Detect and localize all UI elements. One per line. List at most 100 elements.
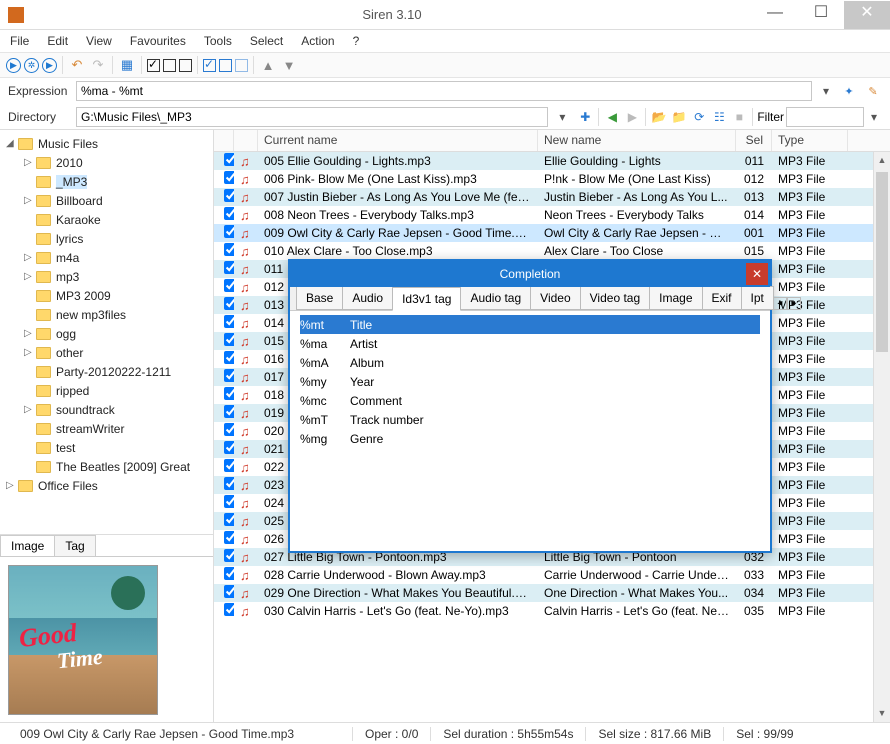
- row-checkbox[interactable]: [224, 441, 234, 454]
- wizard-icon[interactable]: ✦: [840, 82, 858, 100]
- refresh-icon[interactable]: ⟳: [690, 108, 708, 126]
- table-row[interactable]: ♫010 Alex Clare - Too Close.mp3Alex Clar…: [214, 242, 890, 260]
- undo-icon[interactable]: ↶: [68, 56, 86, 74]
- window-icon[interactable]: ▦: [118, 56, 136, 74]
- tree-item[interactable]: MP3 2009: [0, 286, 213, 305]
- tree-item[interactable]: Karaoke: [0, 210, 213, 229]
- row-checkbox[interactable]: [224, 261, 234, 274]
- tree-item[interactable]: streamWriter: [0, 419, 213, 438]
- row-checkbox[interactable]: [224, 603, 234, 616]
- row-checkbox[interactable]: [224, 225, 234, 238]
- row-checkbox[interactable]: [224, 189, 234, 202]
- menu-select[interactable]: Select: [250, 34, 283, 48]
- tree-item[interactable]: ▷soundtrack: [0, 400, 213, 419]
- row-checkbox[interactable]: [224, 477, 234, 490]
- tree-item[interactable]: ▷m4a: [0, 248, 213, 267]
- menu-edit[interactable]: Edit: [47, 34, 68, 48]
- expression-dropdown[interactable]: ▾: [818, 84, 834, 98]
- checkbox-6[interactable]: [235, 59, 248, 72]
- popup-tab[interactable]: Ipt: [741, 286, 774, 310]
- tab-tag[interactable]: Tag: [54, 535, 95, 556]
- row-checkbox[interactable]: [224, 369, 234, 382]
- popup-tab[interactable]: Id3v1 tag: [392, 287, 461, 311]
- row-checkbox[interactable]: [224, 549, 234, 562]
- tree-item[interactable]: ripped: [0, 381, 213, 400]
- row-checkbox[interactable]: [224, 531, 234, 544]
- tree-item[interactable]: ▷2010: [0, 153, 213, 172]
- row-checkbox[interactable]: [224, 585, 234, 598]
- completion-item[interactable]: %myYear: [300, 372, 760, 391]
- fwd-icon[interactable]: ▶: [623, 108, 641, 126]
- menu-?[interactable]: ?: [353, 34, 360, 48]
- row-checkbox[interactable]: [224, 405, 234, 418]
- checkbox-2[interactable]: [163, 59, 176, 72]
- expression-input[interactable]: [76, 81, 812, 101]
- checkbox-5[interactable]: [219, 59, 232, 72]
- col-new[interactable]: New name: [538, 130, 736, 151]
- popup-tab[interactable]: Video tag: [580, 286, 651, 310]
- completion-item[interactable]: %mAAlbum: [300, 353, 760, 372]
- popup-tab[interactable]: Audio tag: [460, 286, 531, 310]
- back-icon[interactable]: ◀: [603, 108, 621, 126]
- col-current[interactable]: Current name: [258, 130, 538, 151]
- row-checkbox[interactable]: [224, 153, 234, 166]
- gear-icon[interactable]: ✲: [24, 58, 39, 73]
- popup-tab[interactable]: Image: [649, 286, 702, 310]
- tree-icon[interactable]: ☷: [710, 108, 728, 126]
- row-checkbox[interactable]: [224, 315, 234, 328]
- col-sel[interactable]: Sel: [736, 130, 772, 151]
- row-checkbox[interactable]: [224, 333, 234, 346]
- table-row[interactable]: ♫029 One Direction - What Makes You Beau…: [214, 584, 890, 602]
- tree-item[interactable]: ◢Music Files: [0, 134, 213, 153]
- folder-tree[interactable]: ◢Music Files▷2010 _MP3▷Billboard Karaoke…: [0, 130, 213, 534]
- checkbox-4[interactable]: [203, 59, 216, 72]
- completion-item[interactable]: %mcComment: [300, 391, 760, 410]
- filter-b-icon[interactable]: ▼: [280, 56, 298, 74]
- tree-item[interactable]: ▷mp3: [0, 267, 213, 286]
- close-button[interactable]: ✕: [844, 1, 890, 29]
- checkbox-1[interactable]: [147, 59, 160, 72]
- completion-item[interactable]: %mTTrack number: [300, 410, 760, 429]
- row-checkbox[interactable]: [224, 297, 234, 310]
- row-checkbox[interactable]: [224, 495, 234, 508]
- row-checkbox[interactable]: [224, 243, 234, 256]
- popup-tab[interactable]: Exif: [702, 286, 742, 310]
- popup-close-button[interactable]: ✕: [746, 263, 768, 285]
- table-row[interactable]: ♫028 Carrie Underwood - Blown Away.mp3Ca…: [214, 566, 890, 584]
- tab-scroll-left[interactable]: ◂: [773, 297, 787, 310]
- vertical-scrollbar[interactable]: ▲▼: [873, 152, 890, 722]
- maximize-button[interactable]: ☐: [798, 1, 844, 29]
- tree-item[interactable]: test: [0, 438, 213, 457]
- popup-tab[interactable]: Audio: [342, 286, 393, 310]
- row-checkbox[interactable]: [224, 387, 234, 400]
- completion-item[interactable]: %mgGenre: [300, 429, 760, 448]
- filter-dropdown[interactable]: ▾: [866, 110, 882, 124]
- tree-item[interactable]: ▷Billboard: [0, 191, 213, 210]
- table-row[interactable]: ♫005 Ellie Goulding - Lights.mp3Ellie Go…: [214, 152, 890, 170]
- menu-file[interactable]: File: [10, 34, 29, 48]
- tree-item[interactable]: _MP3: [0, 172, 213, 191]
- table-row[interactable]: ♫008 Neon Trees - Everybody Talks.mp3Neo…: [214, 206, 890, 224]
- redo-icon[interactable]: ↷: [89, 56, 107, 74]
- tab-image[interactable]: Image: [0, 535, 55, 556]
- row-checkbox[interactable]: [224, 459, 234, 472]
- filter-input[interactable]: [786, 107, 864, 127]
- row-checkbox[interactable]: [224, 351, 234, 364]
- tree-item[interactable]: new mp3files: [0, 305, 213, 324]
- minimize-button[interactable]: —: [752, 1, 798, 29]
- tree-item[interactable]: ▷Office Files: [0, 476, 213, 495]
- popup-tab[interactable]: Video: [530, 286, 580, 310]
- edit-expr-icon[interactable]: ✎: [864, 82, 882, 100]
- menu-action[interactable]: Action: [301, 34, 334, 48]
- play-icon[interactable]: ▶: [6, 58, 21, 73]
- folder-up-icon[interactable]: 📁: [670, 108, 688, 126]
- row-checkbox[interactable]: [224, 171, 234, 184]
- checkbox-3[interactable]: [179, 59, 192, 72]
- stop-icon[interactable]: ■: [730, 108, 748, 126]
- tree-item[interactable]: Party-20120222-1211: [0, 362, 213, 381]
- table-row[interactable]: ♫009 Owl City & Carly Rae Jepsen - Good …: [214, 224, 890, 242]
- row-checkbox[interactable]: [224, 513, 234, 526]
- table-row[interactable]: ♫006 Pink- Blow Me (One Last Kiss).mp3P!…: [214, 170, 890, 188]
- table-row[interactable]: ♫030 Calvin Harris - Let's Go (feat. Ne-…: [214, 602, 890, 620]
- row-checkbox[interactable]: [224, 567, 234, 580]
